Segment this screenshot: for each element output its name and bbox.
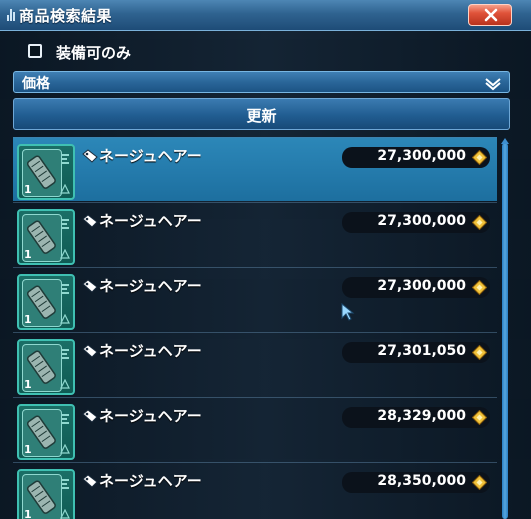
result-row[interactable]: 1 ネージュヘアー 28,350,000: [13, 462, 497, 519]
scrollbar[interactable]: [500, 137, 510, 519]
tag-icon: [82, 344, 98, 358]
triangle-icon: [60, 509, 70, 519]
item-thumbnail: 1: [17, 339, 75, 395]
tag-icon: [82, 214, 98, 228]
item-name: ネージュヘアー: [99, 212, 202, 230]
item-price: 27,300,000: [377, 278, 466, 294]
triangle-icon: [60, 184, 70, 194]
item-detail-icon: [61, 479, 69, 489]
equip-only-checkbox[interactable]: [28, 44, 42, 58]
meseta-icon: [472, 150, 487, 165]
price-box: 27,300,000: [342, 147, 490, 168]
item-detail-icon: [61, 284, 69, 294]
window-title: 商品検索結果: [19, 7, 113, 25]
sort-selected-value: 価格: [22, 76, 50, 92]
price-box: 27,300,000: [342, 212, 490, 233]
refresh-button-label: 更新: [246, 107, 277, 125]
triangle-icon: [60, 444, 70, 454]
refresh-button[interactable]: 更新: [13, 98, 510, 130]
sort-dropdown[interactable]: 価格: [13, 71, 510, 93]
result-row[interactable]: 1 ネージュヘアー 27,300,000: [13, 137, 497, 201]
scroll-thumb[interactable]: [502, 143, 508, 519]
item-price: 27,300,000: [377, 148, 466, 164]
item-price: 27,301,050: [377, 343, 466, 359]
result-row[interactable]: 1 ネージュヘアー 27,301,050: [13, 332, 497, 396]
tag-icon: [82, 474, 98, 488]
item-stack-count: 1: [24, 443, 32, 456]
chevron-down-icon: [485, 78, 501, 91]
close-icon: [484, 8, 498, 22]
item-stack-count: 1: [24, 378, 32, 391]
item-thumbnail: 1: [17, 144, 75, 200]
title-grip-icon: [7, 9, 17, 21]
equip-only-label: 装備可のみ: [56, 44, 132, 62]
item-thumbnail: 1: [17, 469, 75, 519]
item-price: 27,300,000: [377, 213, 466, 229]
result-row[interactable]: 1 ネージュヘアー 27,300,000: [13, 202, 497, 266]
meseta-icon: [472, 215, 487, 230]
item-thumbnail: 1: [17, 209, 75, 265]
item-stack-count: 1: [24, 313, 32, 326]
item-detail-icon: [61, 154, 69, 164]
item-price: 28,329,000: [377, 408, 466, 424]
triangle-icon: [60, 379, 70, 389]
item-detail-icon: [61, 349, 69, 359]
price-box: 28,350,000: [342, 472, 490, 493]
item-thumbnail: 1: [17, 404, 75, 460]
meseta-icon: [472, 280, 487, 295]
close-button[interactable]: [468, 4, 512, 26]
shop-search-results-window: 商品検索結果 装備可のみ 価格 更新 1 ネージュヘアー 27,300,000 …: [0, 0, 531, 519]
item-price: 28,350,000: [377, 473, 466, 489]
item-stack-count: 1: [24, 508, 32, 519]
result-list: 1 ネージュヘアー 27,300,000 1 ネージュヘアー 27,300,00…: [13, 137, 497, 519]
tag-icon: [82, 279, 98, 293]
result-row[interactable]: 1 ネージュヘアー 28,329,000: [13, 397, 497, 461]
item-detail-icon: [61, 219, 69, 229]
meseta-icon: [472, 345, 487, 360]
triangle-icon: [60, 249, 70, 259]
item-name: ネージュヘアー: [99, 277, 202, 295]
item-name: ネージュヘアー: [99, 472, 202, 490]
item-name: ネージュヘアー: [99, 147, 202, 165]
tag-icon: [82, 149, 98, 163]
result-row[interactable]: 1 ネージュヘアー 27,300,000: [13, 267, 497, 331]
item-detail-icon: [61, 414, 69, 424]
item-name: ネージュヘアー: [99, 407, 202, 425]
price-box: 27,301,050: [342, 342, 490, 363]
mouse-cursor-icon: [341, 303, 355, 321]
item-thumbnail: 1: [17, 274, 75, 330]
meseta-icon: [472, 475, 487, 490]
tag-icon: [82, 409, 98, 423]
meseta-icon: [472, 410, 487, 425]
item-name: ネージュヘアー: [99, 342, 202, 360]
price-box: 27,300,000: [342, 277, 490, 298]
item-stack-count: 1: [24, 183, 32, 196]
title-bar[interactable]: 商品検索結果: [0, 0, 531, 31]
triangle-icon: [60, 314, 70, 324]
scroll-up-icon[interactable]: [500, 137, 510, 145]
item-stack-count: 1: [24, 248, 32, 261]
price-box: 28,329,000: [342, 407, 490, 428]
